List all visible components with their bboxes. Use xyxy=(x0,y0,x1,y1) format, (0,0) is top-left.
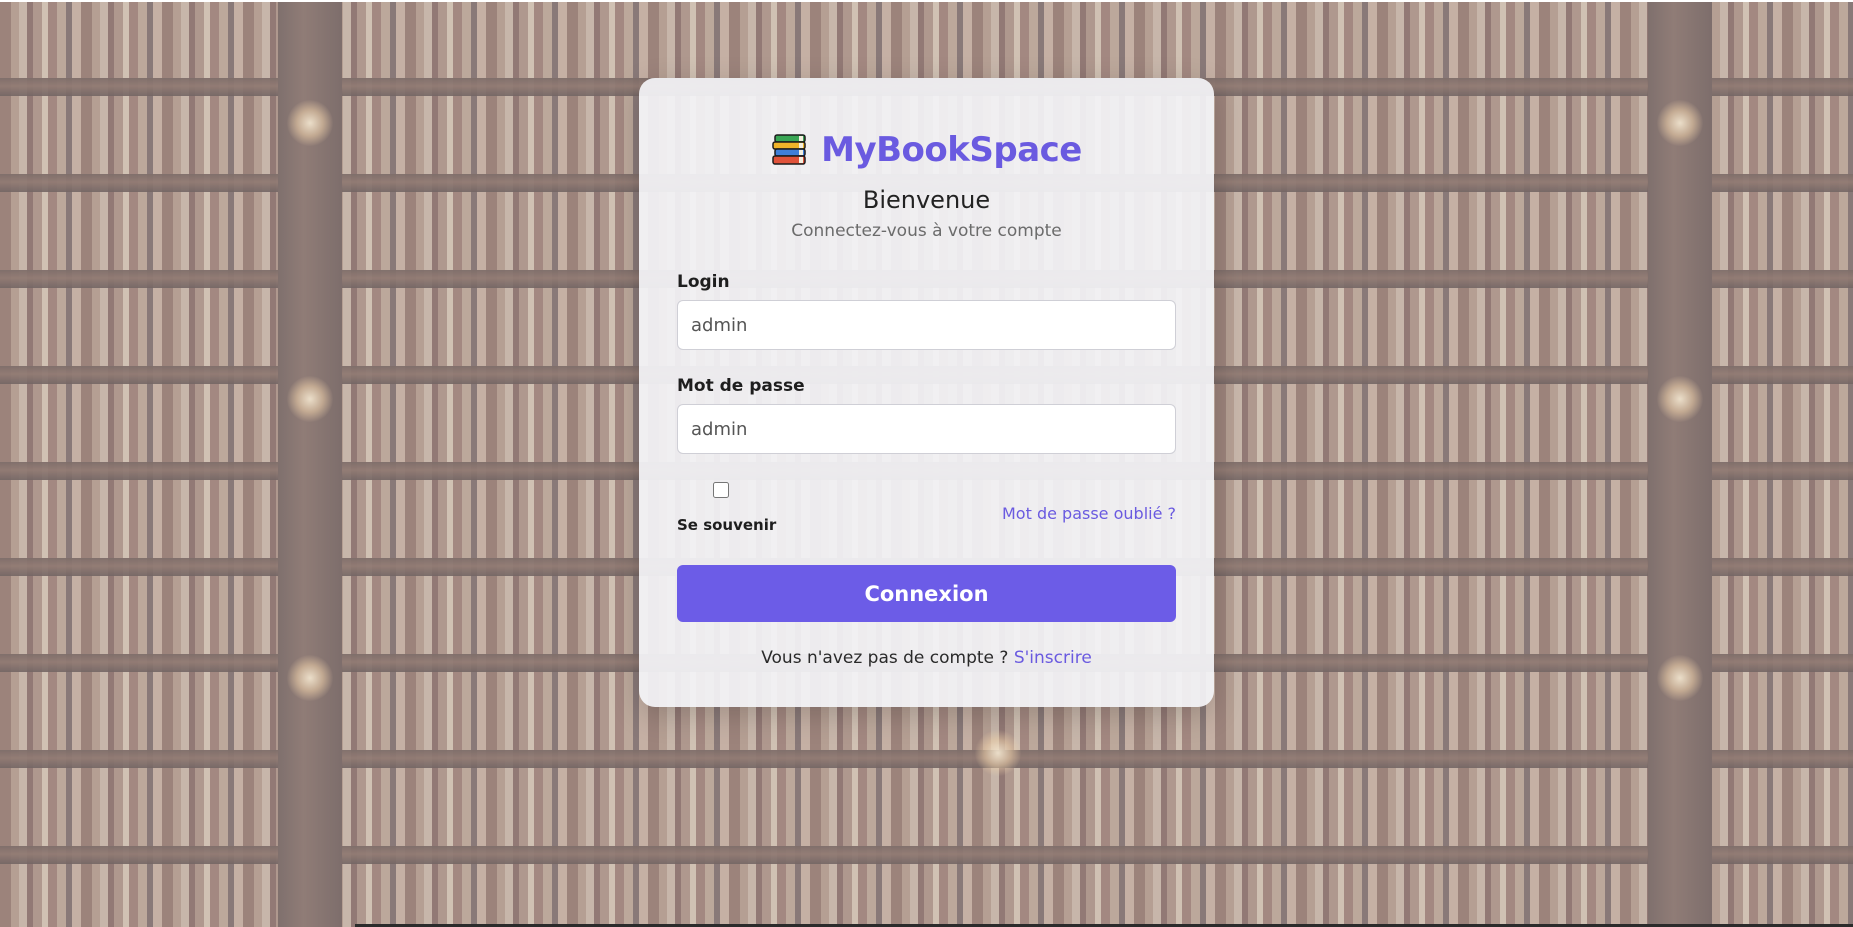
signup-link[interactable]: S'inscrire xyxy=(1014,648,1092,668)
signup-prompt: Vous n'avez pas de compte ? S'inscrire xyxy=(677,648,1176,668)
login-page: MyBookSpace Bienvenue Connectez-vous à v… xyxy=(0,0,1853,927)
stacked-books-icon xyxy=(772,134,806,165)
top-divider xyxy=(0,0,1853,2)
remember-checkbox[interactable] xyxy=(713,482,729,498)
password-label: Mot de passe xyxy=(677,376,805,396)
page-title: Bienvenue xyxy=(862,186,991,214)
forgot-password-link[interactable]: Mot de passe oublié ? xyxy=(1002,504,1176,523)
form-options: Se souvenir Mot de passe oublié ? xyxy=(677,454,1176,550)
remember-label: Se souvenir xyxy=(677,516,777,534)
login-label: Login xyxy=(677,272,730,292)
login-card: MyBookSpace Bienvenue Connectez-vous à v… xyxy=(639,78,1214,707)
login-input[interactable] xyxy=(677,300,1176,350)
login-field-group: Login xyxy=(677,272,1176,350)
password-input[interactable] xyxy=(677,404,1176,454)
brand-name: MyBookSpace xyxy=(821,130,1082,170)
signup-prompt-text: Vous n'avez pas de compte ? xyxy=(761,648,1009,668)
login-button[interactable]: Connexion xyxy=(677,565,1176,622)
password-field-group: Mot de passe xyxy=(677,376,1176,454)
page-subtitle: Connectez-vous à votre compte xyxy=(791,221,1062,241)
brand-header: MyBookSpace xyxy=(677,122,1176,178)
